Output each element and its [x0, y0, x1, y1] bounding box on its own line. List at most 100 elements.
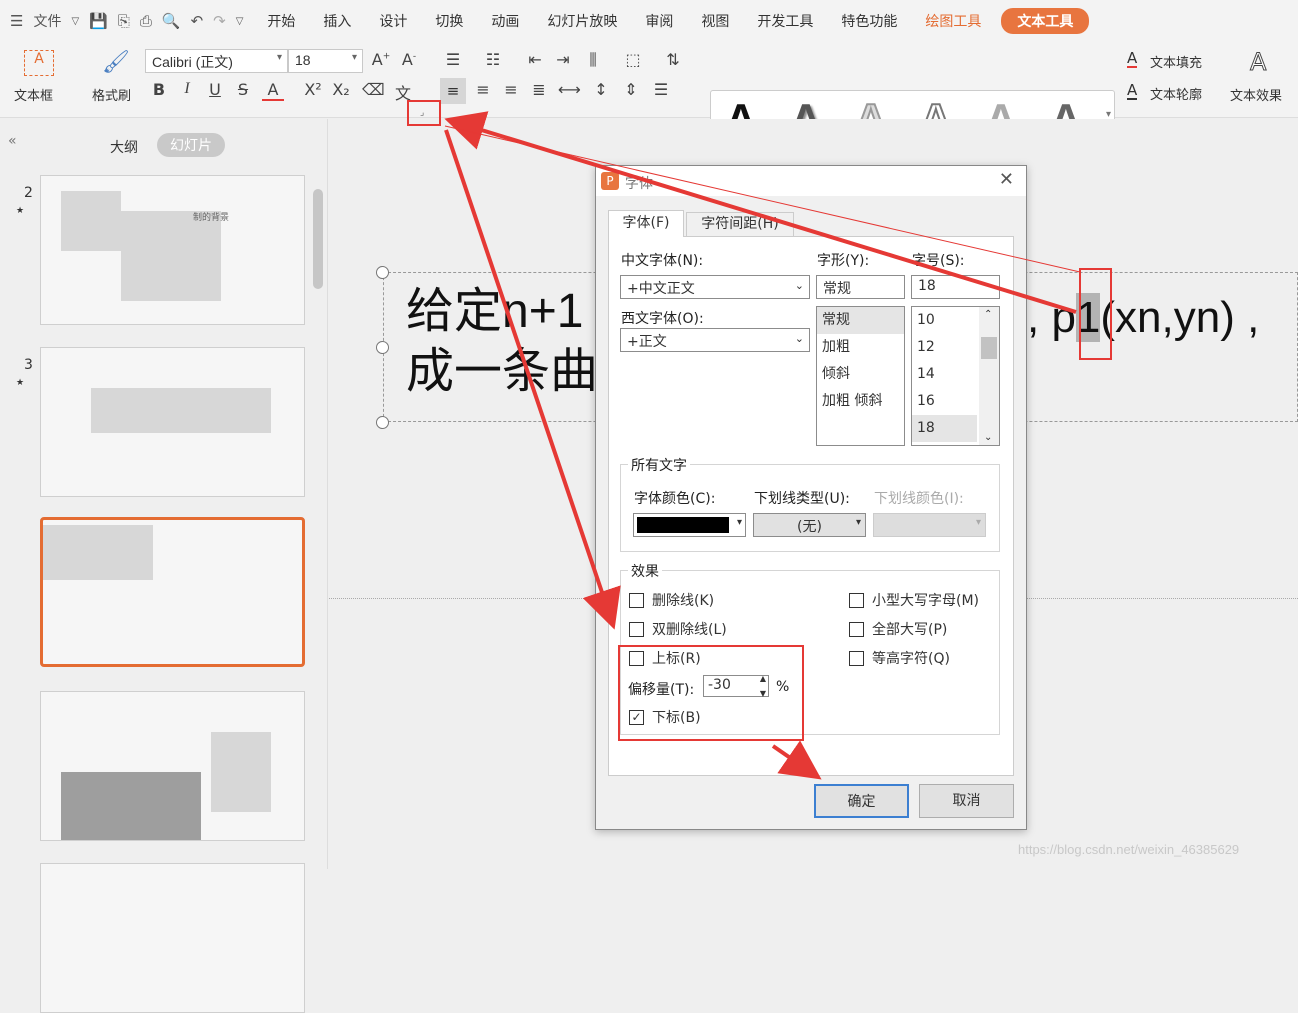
slide-thumbnail[interactable]: 制的背景	[40, 175, 305, 325]
text-direction-icon[interactable]: ⇅	[662, 50, 684, 69]
size-input[interactable]: 18	[911, 275, 1000, 299]
hamburger-icon[interactable]: ☰	[10, 12, 23, 30]
columns-icon[interactable]: ⫼	[582, 50, 604, 70]
list-item[interactable]: 12	[912, 334, 977, 361]
list-item[interactable]: 常规	[817, 307, 904, 334]
text-outline-button[interactable]: 文本轮廓	[1150, 84, 1202, 103]
text-effect-button[interactable]: 文本效果	[1230, 85, 1282, 104]
strikethrough-checkbox[interactable]: 删除线(K)	[629, 590, 714, 610]
justify-icon[interactable]: ≣	[528, 80, 550, 99]
tab-special[interactable]: 特色功能	[827, 11, 911, 31]
slide-thumbnail[interactable]	[40, 863, 305, 1013]
list-item[interactable]: 倾斜	[817, 361, 904, 388]
select-icon[interactable]: ⬚	[622, 50, 644, 69]
slide-thumbnail[interactable]	[40, 691, 305, 841]
bold-icon[interactable]: B	[148, 80, 170, 99]
italic-icon[interactable]: I	[176, 80, 198, 98]
tab-view[interactable]: 视图	[687, 11, 743, 31]
font-color-select[interactable]: ▾	[633, 513, 746, 537]
tab-outline[interactable]: 大纲	[110, 137, 138, 157]
ok-button[interactable]: 确定	[814, 784, 909, 818]
tab-text-tools[interactable]: 文本工具	[1001, 8, 1090, 34]
resize-handle[interactable]	[376, 266, 389, 279]
numbered-list-icon[interactable]: ☷	[482, 50, 504, 69]
text-fill-icon[interactable]: A	[1127, 50, 1138, 68]
sidebar-scrollbar[interactable]	[313, 189, 323, 289]
slide-body-text[interactable]: 给定n+1 成一条曲	[406, 282, 598, 402]
resize-handle[interactable]	[376, 341, 389, 354]
export-icon[interactable]: ⎘	[118, 12, 130, 30]
tab-drawing-tools[interactable]: 绘图工具	[911, 11, 995, 31]
close-icon[interactable]: ✕	[999, 169, 1014, 190]
slide-thumbnail[interactable]	[40, 347, 305, 497]
align-center-icon[interactable]: ≡	[472, 80, 494, 99]
slide-thumbnail-selected[interactable]	[40, 517, 305, 667]
tab-char-spacing[interactable]: 字符间距(H)	[686, 212, 794, 237]
paragraph-spacing-icon[interactable]: ⇕	[620, 80, 642, 99]
chevron-up-icon[interactable]: ⌃	[984, 309, 992, 320]
chevron-down-icon[interactable]: ▽	[71, 16, 79, 27]
tab-transitions[interactable]: 切换	[421, 11, 477, 31]
resize-handle[interactable]	[376, 416, 389, 429]
align-right-icon[interactable]: ≡	[500, 80, 522, 99]
tab-design[interactable]: 设计	[365, 11, 421, 31]
double-strikethrough-checkbox[interactable]: 双删除线(L)	[629, 619, 727, 639]
tab-slides[interactable]: 幻灯片	[157, 133, 225, 157]
font-size-select[interactable]: 18 ▾	[288, 49, 363, 73]
tab-review[interactable]: 审阅	[631, 11, 687, 31]
font-name-select[interactable]: Calibri (正文) ▾	[145, 49, 288, 73]
redo-icon[interactable]: ↷	[213, 12, 226, 30]
strikethrough-icon[interactable]: S	[232, 80, 254, 99]
preview-icon[interactable]: 🔍	[162, 12, 181, 30]
collapse-icon[interactable]: «	[8, 133, 17, 149]
text-outline-icon[interactable]: A	[1127, 82, 1138, 100]
text-fill-button[interactable]: 文本填充	[1150, 52, 1202, 71]
save-icon[interactable]: 💾	[89, 12, 108, 30]
shrink-font-icon[interactable]: A-	[398, 50, 420, 69]
bullet-list-icon[interactable]: ☰	[442, 50, 464, 69]
west-font-select[interactable]: +正文 ⌄	[620, 328, 810, 352]
grow-font-icon[interactable]: A+	[370, 50, 392, 69]
list-item[interactable]: 16	[912, 388, 977, 415]
textbox-icon[interactable]: A	[24, 50, 54, 76]
line-spacing-icon[interactable]: ↕	[590, 80, 612, 99]
distribute-icon[interactable]: ⟷	[558, 80, 581, 99]
list-item[interactable]: 14	[912, 361, 977, 388]
superscript-icon[interactable]: X²	[302, 80, 324, 99]
tab-font[interactable]: 字体(F)	[608, 210, 684, 237]
underline-icon[interactable]: U	[204, 80, 226, 99]
list-item[interactable]: 加粗	[817, 334, 904, 361]
list-item[interactable]: 10	[912, 307, 977, 334]
paragraph-options-icon[interactable]: ☰	[650, 80, 672, 99]
font-color-icon[interactable]: A	[262, 80, 284, 101]
decrease-indent-icon[interactable]: ⇤	[524, 50, 546, 69]
tab-slideshow[interactable]: 幻灯片放映	[533, 11, 631, 31]
text-effect-icon[interactable]: A	[1249, 48, 1266, 77]
more-icon[interactable]: ▽	[236, 16, 244, 27]
align-left-icon[interactable]: ≡	[440, 78, 466, 104]
textbox-button[interactable]: 文本框	[14, 85, 53, 104]
print-icon[interactable]: ⎙	[140, 12, 152, 30]
undo-icon[interactable]: ↶	[191, 12, 204, 30]
cn-font-select[interactable]: +中文正文 ⌄	[620, 275, 810, 299]
underline-type-select[interactable]: (无) ▾	[753, 513, 866, 537]
subscript-icon[interactable]: X₂	[330, 80, 352, 99]
tab-insert[interactable]: 插入	[309, 11, 365, 31]
equal-height-checkbox[interactable]: 等高字符(Q)	[849, 648, 950, 668]
tab-developer[interactable]: 开发工具	[743, 11, 827, 31]
list-item[interactable]: 加粗 倾斜	[817, 388, 904, 415]
tab-home[interactable]: 开始	[253, 11, 309, 31]
all-caps-checkbox[interactable]: 全部大写(P)	[849, 619, 947, 639]
scroll-thumb[interactable]	[981, 337, 997, 359]
format-painter-icon[interactable]: 🖌	[102, 50, 130, 78]
cancel-button[interactable]: 取消	[919, 784, 1014, 818]
list-item[interactable]: 18	[912, 415, 977, 442]
style-input[interactable]: 常规	[816, 275, 905, 299]
chevron-down-icon[interactable]: ⌄	[984, 432, 992, 443]
style-list[interactable]: 常规 加粗 倾斜 加粗 倾斜	[816, 306, 905, 446]
eraser-icon[interactable]: ⌫	[362, 80, 385, 99]
format-painter-button[interactable]: 格式刷	[92, 85, 131, 104]
size-scrollbar[interactable]: ⌃ ⌄	[979, 307, 999, 445]
increase-indent-icon[interactable]: ⇥	[552, 50, 574, 69]
tab-animations[interactable]: 动画	[477, 11, 533, 31]
